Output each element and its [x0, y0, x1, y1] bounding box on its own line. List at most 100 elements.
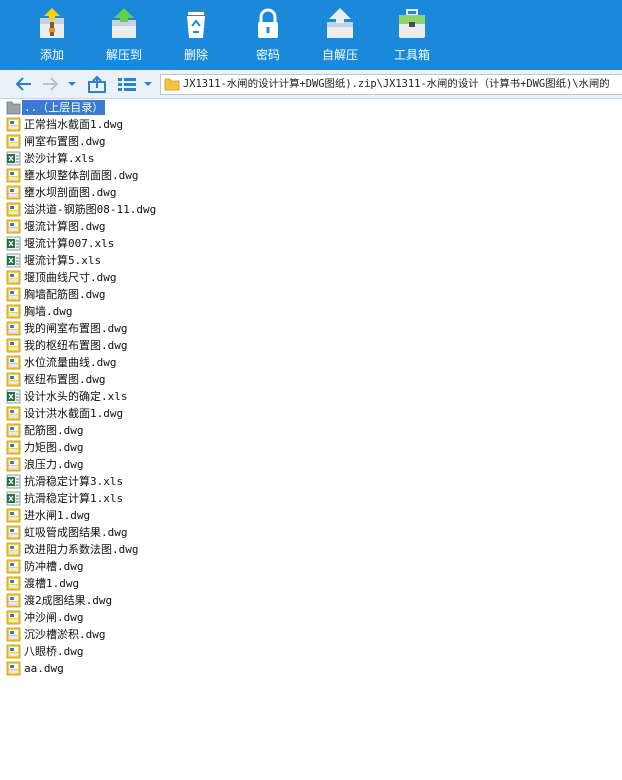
add-archive-icon: [40, 8, 64, 38]
folder-icon: [164, 78, 180, 91]
add-label: 添加: [39, 48, 64, 62]
file-row[interactable]: 堰流计算007.xls: [0, 235, 622, 252]
file-name: 抗滑稳定计算1.xls: [24, 492, 124, 505]
file-name: 溢洪道-钢筋图08-11.dwg: [24, 203, 157, 216]
dwg-file-icon: [6, 559, 21, 574]
extract-to-button[interactable]: 解压到: [89, 0, 159, 70]
add-button[interactable]: 添加: [17, 0, 87, 70]
file-row[interactable]: 水位流量曲线.dwg: [0, 354, 622, 371]
file-row[interactable]: 渡2成图结果.dwg: [0, 592, 622, 609]
toolbox-button[interactable]: 工具箱: [377, 0, 447, 70]
dwg-file-icon: [6, 338, 21, 353]
file-row[interactable]: 堰流计算图.dwg: [0, 218, 622, 235]
toolbox-icon: [399, 9, 425, 38]
file-row[interactable]: 力矩图.dwg: [0, 439, 622, 456]
file-row[interactable]: 壅水坝剖面图.dwg: [0, 184, 622, 201]
file-name: 冲沙闸.dwg: [24, 611, 84, 624]
file-name: 胸墙.dwg: [24, 305, 73, 318]
file-row[interactable]: 正常挡水截面1.dwg: [0, 116, 622, 133]
dwg-file-icon: [6, 525, 21, 540]
xls-file-icon: [6, 474, 21, 489]
file-row[interactable]: 堰顶曲线尺寸.dwg: [0, 269, 622, 286]
password-label: 密码: [255, 48, 280, 62]
file-name: 胸墙配筋图.dwg: [24, 288, 106, 301]
parent-directory-row[interactable]: ..（上层目录）: [0, 99, 622, 116]
address-bar[interactable]: JX1311-水闸的设计计算+DWG图纸).zip\JX1311-水闸的设计（计…: [160, 74, 622, 95]
view-list-icon[interactable]: [116, 74, 138, 94]
file-row[interactable]: 抗滑稳定计算3.xls: [0, 473, 622, 490]
view-dropdown-icon[interactable]: [142, 74, 154, 94]
dwg-file-icon: [6, 202, 21, 217]
file-row[interactable]: 沉沙槽淤积.dwg: [0, 626, 622, 643]
file-row[interactable]: 进水闸1.dwg: [0, 507, 622, 524]
dwg-file-icon: [6, 321, 21, 336]
file-row[interactable]: 淤沙计算.xls: [0, 150, 622, 167]
file-row[interactable]: 堰流计算5.xls: [0, 252, 622, 269]
dwg-file-icon: [6, 457, 21, 472]
file-row[interactable]: 壅水坝整体剖面图.dwg: [0, 167, 622, 184]
dwg-file-icon: [6, 508, 21, 523]
delete-button[interactable]: 删除: [161, 0, 231, 70]
file-row[interactable]: 溢洪道-钢筋图08-11.dwg: [0, 201, 622, 218]
file-name: 闸室布置图.dwg: [24, 135, 106, 148]
file-row[interactable]: 防冲槽.dwg: [0, 558, 622, 575]
dwg-file-icon: [6, 117, 21, 132]
dwg-file-icon: [6, 423, 21, 438]
dwg-file-icon: [6, 219, 21, 234]
file-row[interactable]: 我的枢纽布置图.dwg: [0, 337, 622, 354]
dwg-file-icon: [6, 372, 21, 387]
file-name: 设计洪水截面1.dwg: [24, 407, 124, 420]
xls-file-icon: [6, 151, 21, 166]
file-list: ..（上层目录） 正常挡水截面1.dwg 闸室布置图.dwg 淤沙计算.xls 壅水坝整…: [0, 99, 622, 677]
file-name: 防冲槽.dwg: [24, 560, 84, 573]
file-name: 虹吸管成图结果.dwg: [24, 526, 128, 539]
file-row[interactable]: aa.dwg: [0, 660, 622, 677]
dwg-file-icon: [6, 406, 21, 421]
self-extract-button[interactable]: 自解压: [305, 0, 375, 70]
dwg-file-icon: [6, 542, 21, 557]
dwg-file-icon: [6, 627, 21, 642]
file-row[interactable]: 渡槽1.dwg: [0, 575, 622, 592]
file-name: 浪压力.dwg: [24, 458, 84, 471]
history-dropdown-icon[interactable]: [66, 74, 78, 94]
file-name: 堰顶曲线尺寸.dwg: [24, 271, 117, 284]
file-row[interactable]: 八眼桥.dwg: [0, 643, 622, 660]
file-name: 枢纽布置图.dwg: [24, 373, 106, 386]
file-name: 进水闸1.dwg: [24, 509, 91, 522]
forward-arrow-icon[interactable]: [40, 74, 60, 94]
file-row[interactable]: 冲沙闸.dwg: [0, 609, 622, 626]
dwg-file-icon: [6, 304, 21, 319]
file-row[interactable]: 虹吸管成图结果.dwg: [0, 524, 622, 541]
file-name: 八眼桥.dwg: [24, 645, 84, 658]
file-name: 堰流计算5.xls: [24, 254, 102, 267]
padlock-icon: [258, 8, 278, 38]
parent-folder-icon: [6, 101, 21, 115]
file-row[interactable]: 胸墙.dwg: [0, 303, 622, 320]
file-name: 堰流计算007.xls: [24, 237, 115, 250]
dwg-file-icon: [6, 644, 21, 659]
file-row[interactable]: 我的闸室布置图.dwg: [0, 320, 622, 337]
file-name: 淤沙计算.xls: [24, 152, 95, 165]
file-row[interactable]: 闸室布置图.dwg: [0, 133, 622, 150]
dwg-file-icon: [6, 440, 21, 455]
back-arrow-icon[interactable]: [14, 74, 34, 94]
file-row[interactable]: 枢纽布置图.dwg: [0, 371, 622, 388]
file-row[interactable]: 抗滑稳定计算1.xls: [0, 490, 622, 507]
file-row[interactable]: 设计洪水截面1.dwg: [0, 405, 622, 422]
file-row[interactable]: 设计水头的确定.xls: [0, 388, 622, 405]
file-name: ..（上层目录）: [22, 100, 106, 115]
file-row[interactable]: 改进阻力系数法图.dwg: [0, 541, 622, 558]
delete-label: 删除: [183, 48, 208, 62]
dwg-file-icon: [6, 576, 21, 591]
file-row[interactable]: 配筋图.dwg: [0, 422, 622, 439]
xls-file-icon: [6, 236, 21, 251]
self-extract-icon: [327, 8, 353, 38]
dwg-file-icon: [6, 185, 21, 200]
toolbox-label: 工具箱: [393, 48, 430, 62]
file-row[interactable]: 浪压力.dwg: [0, 456, 622, 473]
address-path: JX1311-水闸的设计计算+DWG图纸).zip\JX1311-水闸的设计（计…: [183, 78, 610, 90]
password-button[interactable]: 密码: [233, 0, 303, 70]
file-name: 渡2成图结果.dwg: [24, 594, 113, 607]
file-row[interactable]: 胸墙配筋图.dwg: [0, 286, 622, 303]
up-folder-icon[interactable]: [86, 74, 108, 94]
